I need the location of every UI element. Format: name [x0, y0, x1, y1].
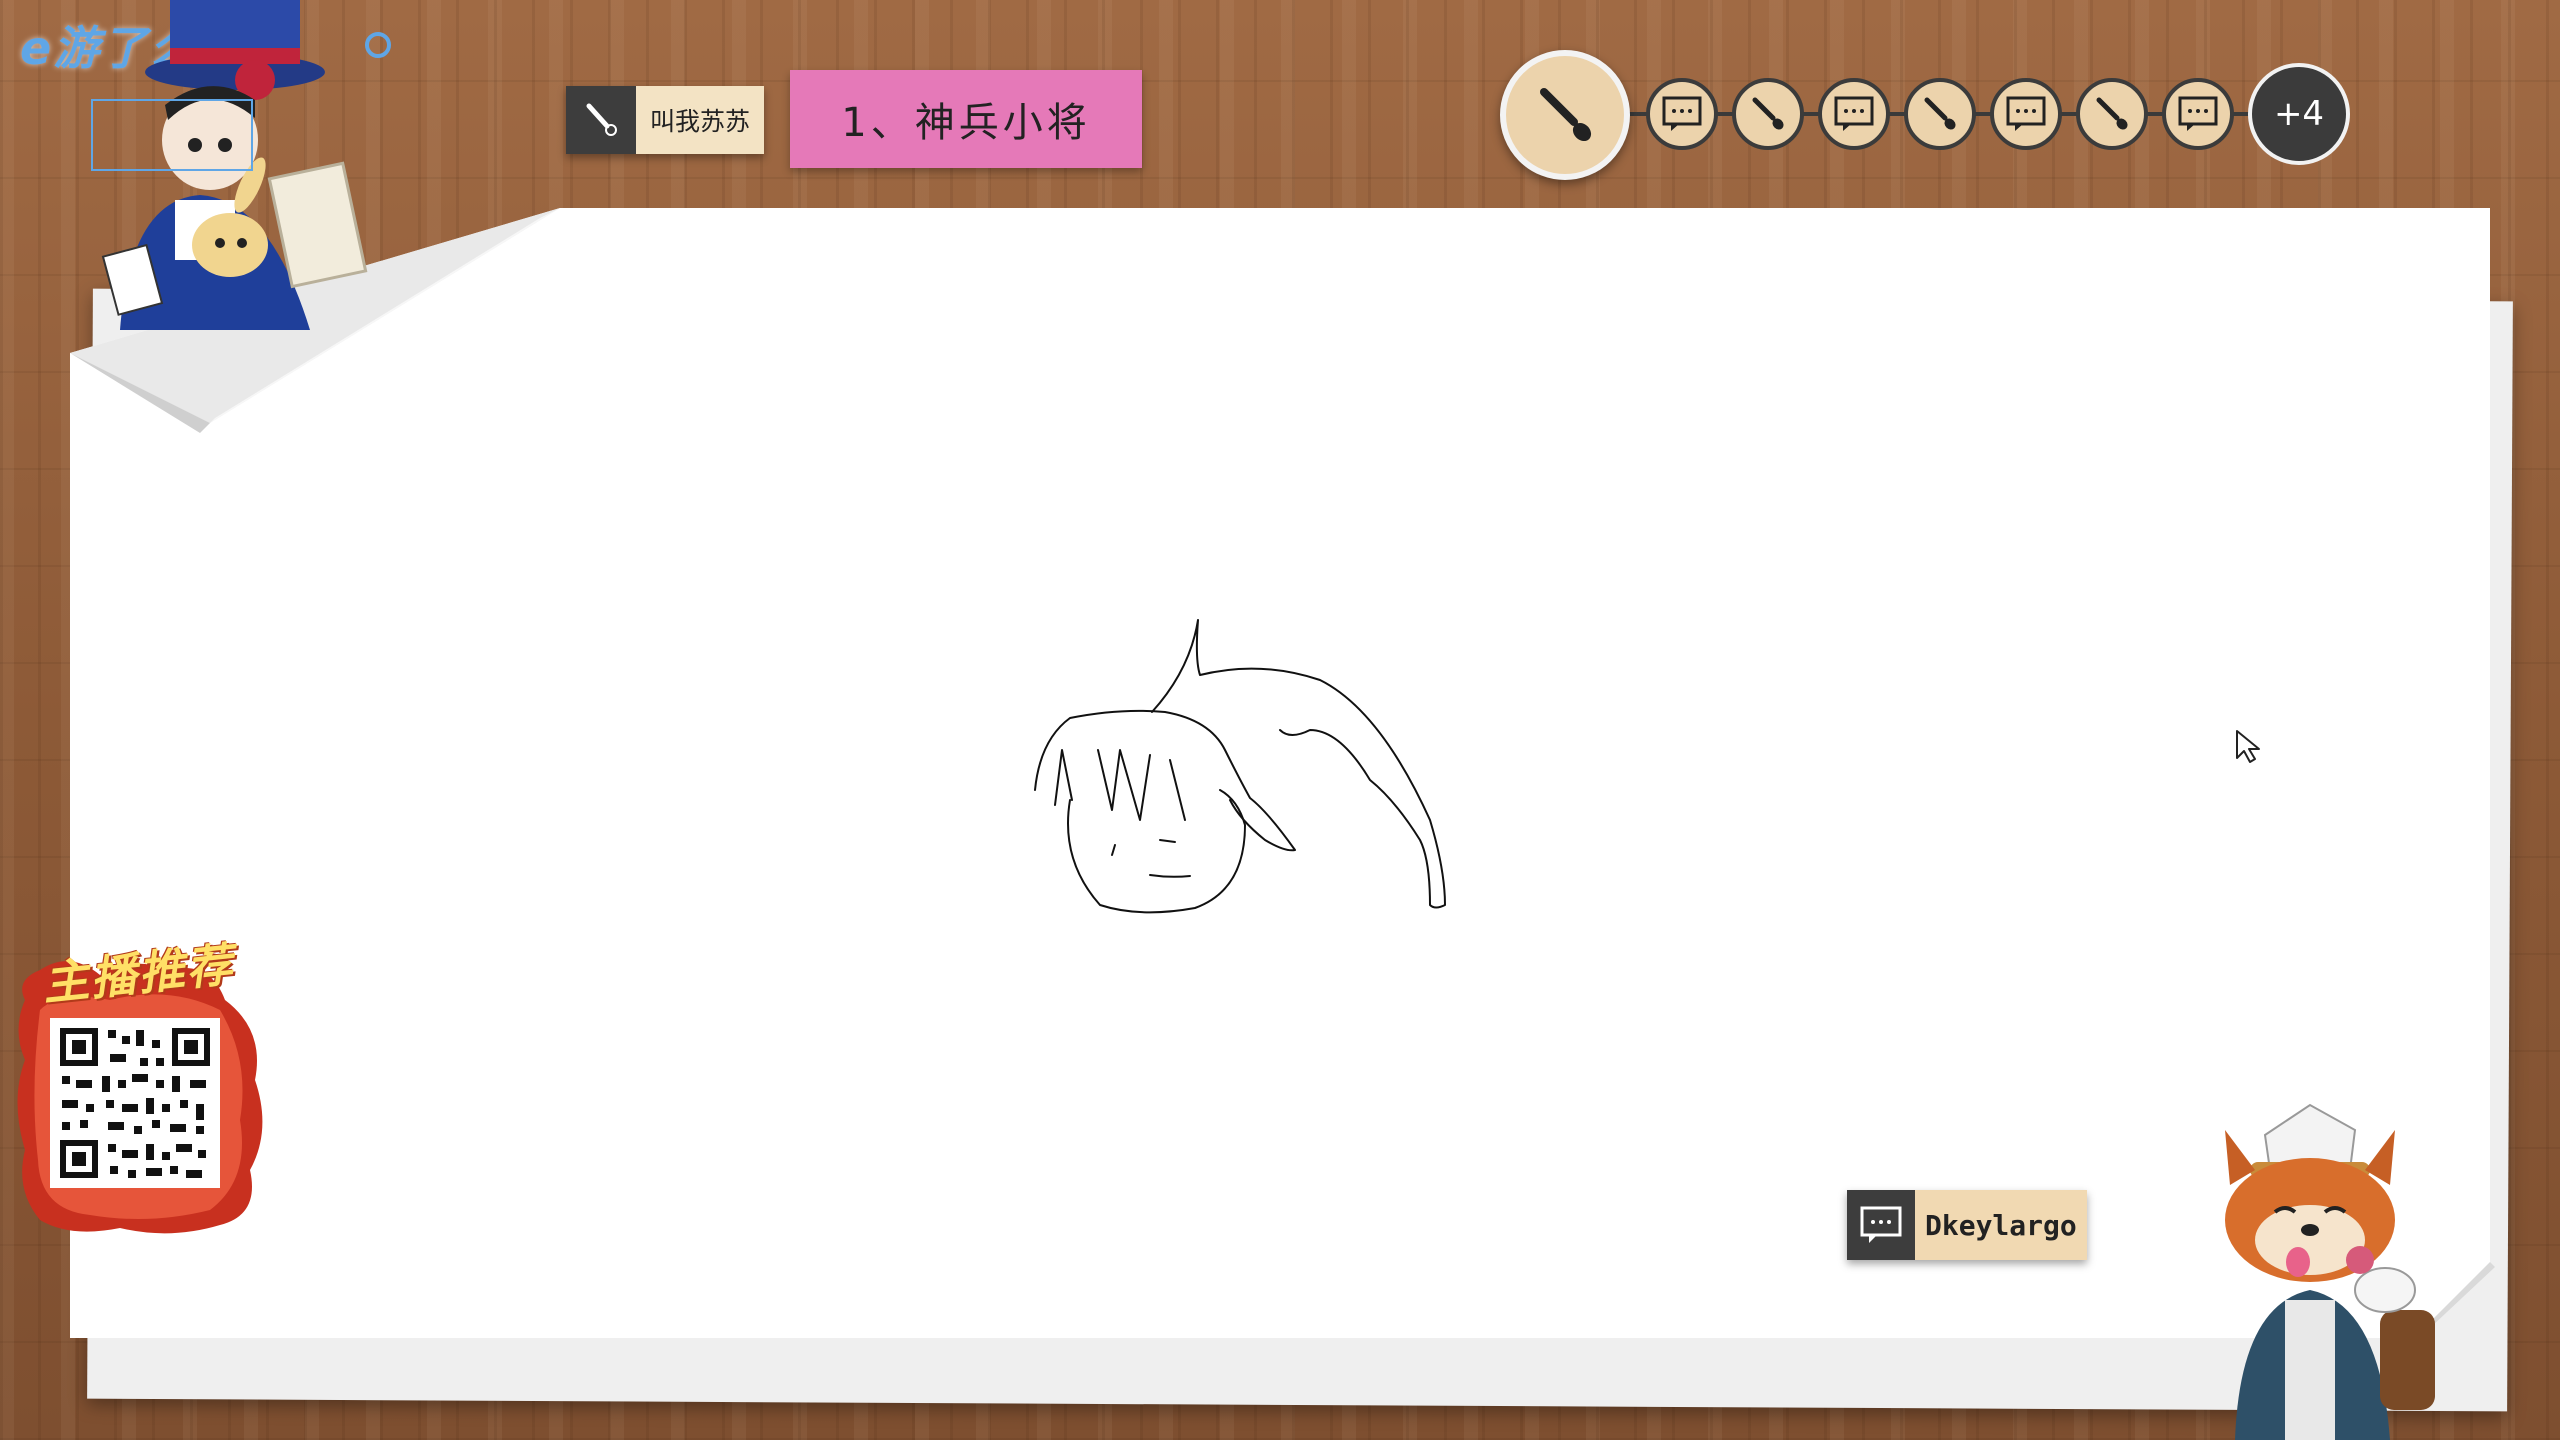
round-chat-icon — [2162, 78, 2234, 150]
drawer-name-tag: 叫我苏苏 — [566, 86, 765, 154]
drawer-name: 叫我苏苏 — [636, 86, 765, 154]
round-chat-icon — [1818, 78, 1890, 150]
more-rounds-badge: +4 — [2248, 63, 2350, 165]
user-sketch — [1034, 619, 1446, 914]
current-round-brush-icon — [1500, 50, 1630, 180]
round-chat-icon — [1990, 78, 2062, 150]
round-progress: +4 — [1500, 50, 2360, 180]
round-brush-icon — [2076, 78, 2148, 150]
round-chat-icon — [1646, 78, 1718, 150]
guesser-chat-tag: Dkeylargo — [1847, 1190, 2087, 1260]
word-prompt-banner: 1、神兵小将 — [790, 70, 1142, 168]
magician-mascot-image — [91, 0, 368, 330]
chat-icon — [1847, 1190, 1915, 1260]
mouse-cursor-icon — [2236, 730, 2260, 763]
round-brush-icon — [1904, 78, 1976, 150]
fox-chef-mascot-image — [2225, 1103, 2435, 1440]
guesser-name: Dkeylargo — [1915, 1190, 2087, 1260]
brush-icon — [566, 86, 636, 154]
round-brush-icon — [1732, 78, 1804, 150]
